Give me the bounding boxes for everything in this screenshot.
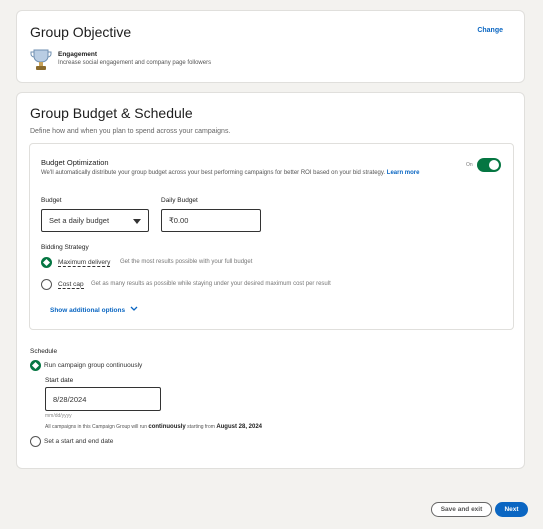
radio-maximum-delivery[interactable] bbox=[41, 257, 52, 268]
learn-more-link[interactable]: Learn more bbox=[387, 170, 420, 176]
start-end-date-label: Set a start and end date bbox=[44, 438, 114, 445]
budget-label: Budget bbox=[41, 197, 62, 204]
show-options-label: Show additional options bbox=[50, 307, 126, 314]
budget-optimization-panel: Budget Optimization We'll automatically … bbox=[29, 143, 514, 330]
start-date-label: Start date bbox=[45, 377, 74, 384]
next-button[interactable]: Next bbox=[495, 502, 528, 517]
trophy-icon bbox=[30, 48, 52, 72]
chevron-down-icon bbox=[133, 219, 141, 224]
save-and-exit-button[interactable]: Save and exit bbox=[431, 502, 492, 517]
budget-select-value: Set a daily budget bbox=[49, 216, 110, 225]
radio-start-end-date[interactable] bbox=[30, 436, 41, 447]
objective-item-desc: Increase social engagement and company p… bbox=[58, 60, 212, 66]
schedule-label: Schedule bbox=[30, 348, 58, 355]
chevron-down-icon bbox=[130, 306, 138, 311]
budget-title: Group Budget & Schedule bbox=[30, 105, 193, 121]
objective-card: Group Objective Change Engagement Increa… bbox=[16, 10, 525, 83]
schedule-info: All campaigns in this Campaign Group wil… bbox=[45, 424, 262, 430]
maximum-delivery-desc: Get the most results possible with your … bbox=[120, 259, 253, 265]
date-format-hint: mm/dd/yyyy bbox=[45, 413, 72, 419]
start-date-input[interactable]: 8/28/2024 bbox=[45, 387, 161, 411]
daily-budget-input[interactable]: ₹0.00 bbox=[161, 209, 261, 232]
optimization-title: Budget Optimization bbox=[41, 158, 109, 167]
radio-run-continuously[interactable] bbox=[30, 360, 41, 371]
budget-subtitle: Define how and when you plan to spend ac… bbox=[30, 128, 231, 135]
optimization-toggle[interactable] bbox=[477, 158, 501, 172]
objective-item-title: Engagement bbox=[58, 51, 98, 58]
run-continuously-label: Run campaign group continuously bbox=[44, 362, 143, 369]
daily-budget-label: Daily Budget bbox=[161, 197, 198, 204]
toggle-label: On bbox=[466, 162, 473, 168]
cost-cap-label: Cost cap bbox=[58, 281, 84, 289]
objective-title: Group Objective bbox=[30, 24, 132, 40]
budget-type-select[interactable]: Set a daily budget bbox=[41, 209, 149, 232]
radio-cost-cap[interactable] bbox=[41, 279, 52, 290]
show-additional-options[interactable]: Show additional options bbox=[50, 306, 138, 314]
bidding-label: Bidding Strategy bbox=[41, 244, 89, 251]
maximum-delivery-label: Maximum delivery bbox=[58, 259, 111, 267]
budget-schedule-card: Group Budget & Schedule Define how and w… bbox=[16, 92, 525, 469]
change-objective-link[interactable]: Change bbox=[477, 27, 503, 34]
cost-cap-desc: Get as many results as possible while st… bbox=[91, 281, 331, 287]
optimization-desc: We'll automatically distribute your grou… bbox=[41, 170, 420, 176]
